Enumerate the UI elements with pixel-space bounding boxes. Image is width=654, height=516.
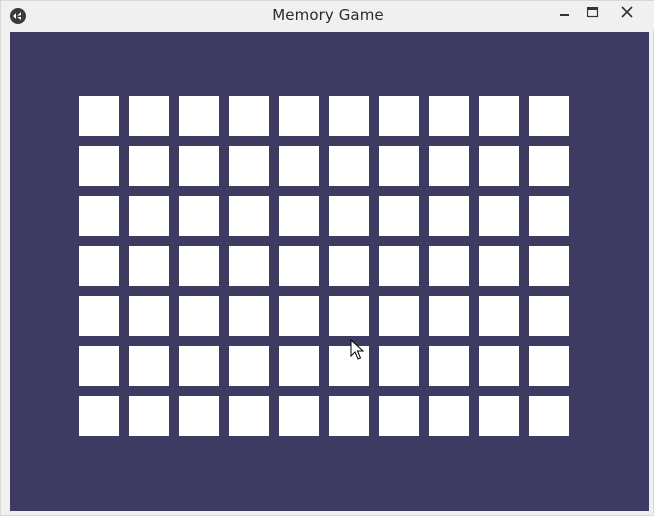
memory-card[interactable] <box>179 146 219 186</box>
memory-card[interactable] <box>529 96 569 136</box>
memory-card[interactable] <box>529 196 569 236</box>
memory-card[interactable] <box>429 96 469 136</box>
memory-card[interactable] <box>279 346 319 386</box>
memory-card[interactable] <box>379 146 419 186</box>
memory-card[interactable] <box>179 296 219 336</box>
memory-card[interactable] <box>529 346 569 386</box>
card-grid <box>79 96 569 436</box>
memory-card[interactable] <box>129 196 169 236</box>
memory-card[interactable] <box>529 296 569 336</box>
memory-card[interactable] <box>79 196 119 236</box>
memory-card[interactable] <box>279 196 319 236</box>
memory-card[interactable] <box>129 396 169 436</box>
memory-card[interactable] <box>229 146 269 186</box>
memory-card[interactable] <box>279 96 319 136</box>
memory-card[interactable] <box>479 196 519 236</box>
memory-card[interactable] <box>279 396 319 436</box>
memory-card[interactable] <box>479 296 519 336</box>
memory-card[interactable] <box>129 146 169 186</box>
memory-card[interactable] <box>279 296 319 336</box>
memory-card[interactable] <box>279 246 319 286</box>
close-button[interactable] <box>607 1 647 23</box>
memory-card[interactable] <box>379 196 419 236</box>
memory-card[interactable] <box>329 296 369 336</box>
memory-card[interactable] <box>329 246 369 286</box>
memory-card[interactable] <box>329 146 369 186</box>
memory-card[interactable] <box>379 96 419 136</box>
close-icon <box>621 6 633 18</box>
memory-card[interactable] <box>429 146 469 186</box>
memory-card[interactable] <box>329 96 369 136</box>
memory-card[interactable] <box>79 296 119 336</box>
memory-card[interactable] <box>529 396 569 436</box>
memory-card[interactable] <box>379 246 419 286</box>
memory-card[interactable] <box>379 396 419 436</box>
memory-card[interactable] <box>129 96 169 136</box>
maximize-icon <box>587 6 599 17</box>
memory-card[interactable] <box>329 346 369 386</box>
memory-card[interactable] <box>479 246 519 286</box>
memory-card[interactable] <box>429 346 469 386</box>
memory-card[interactable] <box>179 246 219 286</box>
memory-card[interactable] <box>229 346 269 386</box>
memory-card[interactable] <box>79 396 119 436</box>
memory-card[interactable] <box>379 346 419 386</box>
memory-card[interactable] <box>429 296 469 336</box>
memory-card[interactable] <box>79 346 119 386</box>
memory-card[interactable] <box>479 96 519 136</box>
maximize-button[interactable] <box>579 1 607 23</box>
memory-card[interactable] <box>529 146 569 186</box>
memory-card[interactable] <box>379 296 419 336</box>
memory-card[interactable] <box>429 246 469 286</box>
memory-card[interactable] <box>129 346 169 386</box>
memory-card[interactable] <box>229 246 269 286</box>
minimize-icon <box>560 14 569 16</box>
memory-card[interactable] <box>329 396 369 436</box>
memory-card[interactable] <box>129 296 169 336</box>
memory-card[interactable] <box>179 96 219 136</box>
memory-card[interactable] <box>229 296 269 336</box>
memory-card[interactable] <box>179 196 219 236</box>
memory-card[interactable] <box>329 196 369 236</box>
memory-card[interactable] <box>479 146 519 186</box>
memory-card[interactable] <box>179 396 219 436</box>
memory-card[interactable] <box>229 96 269 136</box>
memory-card[interactable] <box>229 196 269 236</box>
memory-card[interactable] <box>79 96 119 136</box>
memory-card[interactable] <box>479 396 519 436</box>
game-board-area <box>10 32 649 511</box>
memory-card[interactable] <box>429 396 469 436</box>
memory-card[interactable] <box>429 196 469 236</box>
memory-card[interactable] <box>479 346 519 386</box>
minimize-button[interactable] <box>551 1 579 23</box>
memory-card[interactable] <box>79 146 119 186</box>
memory-card[interactable] <box>129 246 169 286</box>
memory-card[interactable] <box>229 396 269 436</box>
memory-card[interactable] <box>529 246 569 286</box>
memory-card[interactable] <box>79 246 119 286</box>
memory-card[interactable] <box>279 146 319 186</box>
memory-card[interactable] <box>179 346 219 386</box>
title-bar[interactable]: Memory Game <box>1 1 654 30</box>
app-window: Memory Game <box>0 0 654 516</box>
